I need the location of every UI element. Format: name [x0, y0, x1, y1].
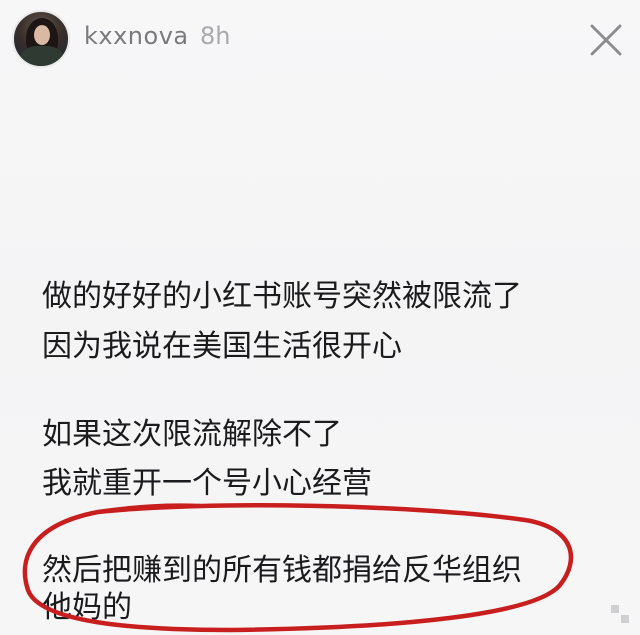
avatar[interactable]	[12, 10, 70, 68]
story-text-line-4: 我就重开一个号小心经营	[42, 466, 372, 501]
story-text-line-2: 因为我说在美国生活很开心	[42, 329, 402, 364]
avatar-body	[20, 46, 64, 66]
story-text-line-6: 他妈的	[42, 590, 132, 625]
story-text-line-3: 如果这次限流解除不了	[42, 417, 342, 452]
avatar-face	[34, 25, 50, 45]
username[interactable]: kxxnova	[84, 22, 189, 50]
story-viewer: kxxnova 8h 做的好好的小红书账号突然被限流了 因为我说在美国生活很开心…	[0, 0, 640, 635]
close-icon	[589, 23, 623, 57]
story-header: kxxnova 8h	[0, 0, 640, 80]
post-time: 8h	[200, 22, 231, 50]
watermark-mark	[611, 605, 631, 625]
story-text-line-1: 做的好好的小红书账号突然被限流了	[42, 279, 522, 314]
close-button[interactable]	[584, 18, 628, 62]
